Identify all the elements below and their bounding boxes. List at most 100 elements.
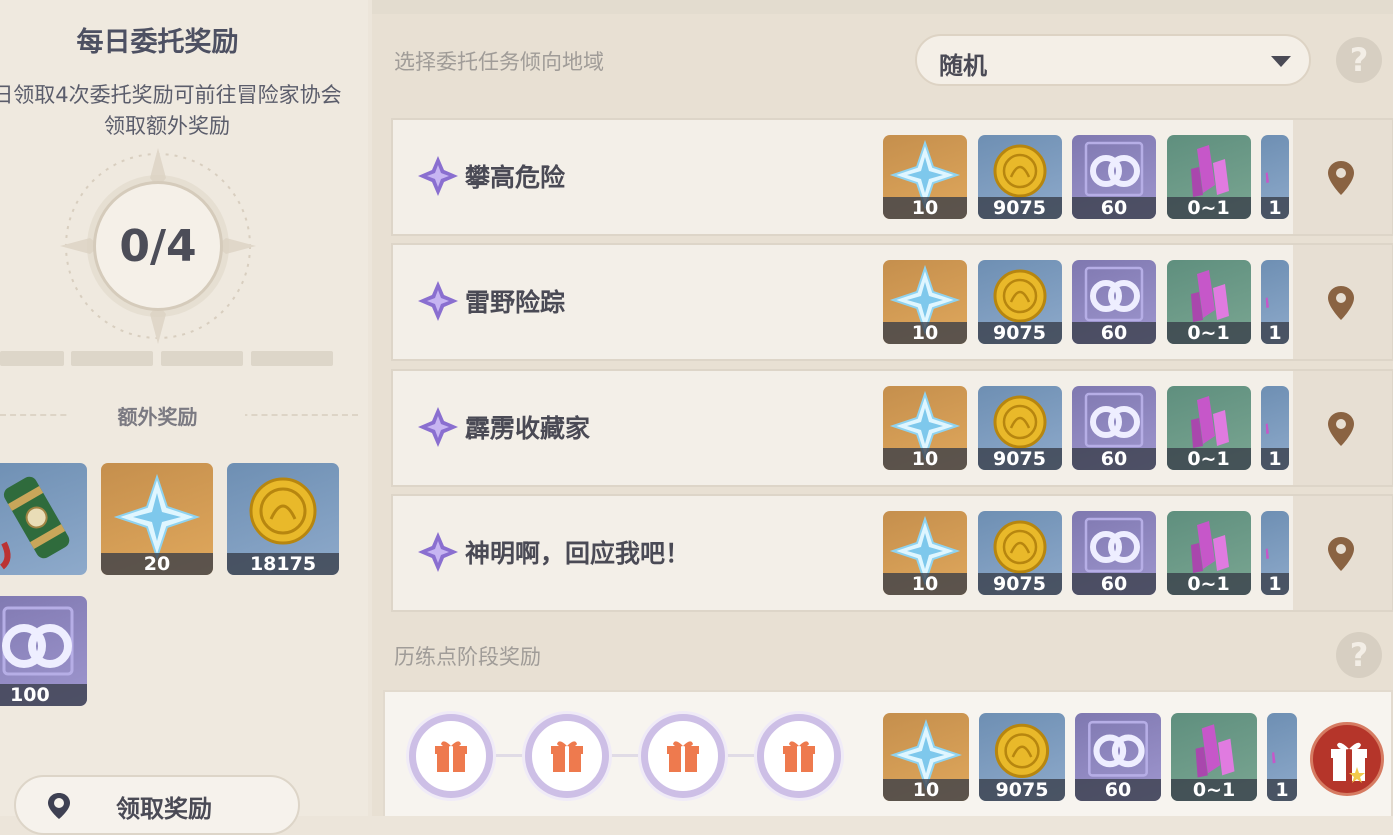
reward-item-extra[interactable]: 1 — [1261, 135, 1289, 219]
reward-item-primogem[interactable]: 10 — [883, 135, 967, 219]
progress-segment — [71, 351, 153, 366]
daily-reward-panel: 每日委托奖励 日领取4次委托奖励可前往冒险家协会领取额外奖励 0/4 额外奖励 — [0, 0, 368, 835]
reward-item-mora[interactable]: 9075 — [979, 713, 1065, 801]
commission-reward-list: 10 9075 60 0~1 1 — [883, 386, 1289, 471]
reward-amount: 9075 — [977, 448, 1062, 470]
reward-item-primogem[interactable]: 10 — [883, 511, 967, 595]
reward-item-primogem[interactable]: 10 — [883, 713, 969, 801]
region-select[interactable]: 随机 — [915, 34, 1311, 86]
top-strip — [372, 0, 1393, 14]
chevron-down-icon — [1271, 56, 1291, 67]
reward-item-crystal[interactable]: 0~1 — [1171, 713, 1257, 801]
reward-item-crystal[interactable]: 0~1 — [1166, 386, 1251, 470]
track-location-button[interactable] — [1293, 371, 1392, 485]
commission-star-icon — [418, 281, 458, 321]
reward-amount: 18175 — [227, 553, 339, 575]
track-location-button[interactable] — [1293, 120, 1392, 234]
reward-amount: 60 — [1072, 573, 1156, 595]
help-icon[interactable]: ? — [1336, 37, 1382, 83]
reward-amount: 1 — [1261, 322, 1289, 344]
reward-item-mora[interactable]: 9075 — [977, 386, 1062, 470]
extra-rewards-label: 额外奖励 — [70, 402, 245, 432]
claim-reward-button[interactable]: 领取奖励 — [14, 775, 300, 835]
gift-icon — [551, 741, 583, 772]
reward-item-extra[interactable]: 1 — [1267, 713, 1297, 801]
reward-item-crystal[interactable]: 0~1 — [1166, 260, 1251, 344]
commission-star-icon — [418, 532, 458, 572]
commission-name: 神明啊，回应我吧！ — [465, 539, 691, 568]
reward-amount: 0~1 — [1166, 197, 1251, 219]
gift-connector — [604, 754, 644, 757]
location-pin-icon — [1328, 537, 1354, 571]
track-location-button[interactable] — [1293, 245, 1392, 359]
region-label: 选择委托任务倾向地域 — [394, 50, 604, 74]
reward-item-crystal[interactable]: 0~1 — [1166, 511, 1251, 595]
commission-row[interactable]: 霹雳收藏家 10 9075 60 0~1 1 — [391, 369, 1393, 487]
reward-amount: 1 — [1261, 448, 1289, 470]
reward-item-friendship-exp[interactable]: 60 — [1072, 386, 1156, 470]
reward-item-friendship-exp[interactable]: 60 — [1075, 713, 1161, 801]
reward-item-friendship-exp[interactable]: 60 — [1072, 260, 1156, 344]
reward-item-friendship-exp[interactable]: 100 — [0, 596, 87, 706]
reward-amount: 1 — [1267, 779, 1297, 801]
training-reward-list: 10 9075 60 0~1 1 — [883, 713, 1297, 805]
reward-amount: 10 — [883, 322, 967, 344]
stage-gift-1[interactable] — [409, 714, 493, 798]
stage-gift-3[interactable] — [641, 714, 725, 798]
commission-counter: 0/4 — [60, 148, 256, 344]
reward-amount: 20 — [101, 553, 213, 575]
reward-item-friendship-exp[interactable]: 60 — [1072, 135, 1156, 219]
reward-item-primogem[interactable]: 20 — [101, 463, 213, 575]
reward-amount: 10 — [883, 197, 967, 219]
reward-item-mora[interactable]: 9075 — [977, 511, 1062, 595]
commission-reward-list: 10 9075 60 0~1 1 — [883, 135, 1289, 220]
reward-amount: 1 — [1261, 573, 1289, 595]
reward-item-extra[interactable]: 1 — [1261, 386, 1289, 470]
commission-name: 攀高危险 — [465, 163, 566, 192]
reward-amount: 9075 — [977, 573, 1062, 595]
reward-amount: 60 — [1072, 197, 1156, 219]
commission-reward-list: 10 9075 60 0~1 1 — [883, 260, 1289, 345]
reward-item-extra[interactable]: 1 — [1261, 511, 1289, 595]
commission-name: 霹雳收藏家 — [465, 414, 591, 443]
location-pin-icon — [48, 793, 70, 819]
reward-item-mora[interactable]: 9075 — [977, 260, 1062, 344]
gift-box-icon — [1331, 742, 1367, 783]
track-location-button[interactable] — [1293, 496, 1392, 610]
help-icon[interactable]: ? — [1336, 632, 1382, 678]
progress-segment — [251, 351, 333, 366]
reward-item-mora[interactable]: 9075 — [977, 135, 1062, 219]
reward-amount: 0~1 — [1166, 573, 1251, 595]
gift-connector — [488, 754, 528, 757]
reward-item-scroll[interactable] — [0, 463, 87, 575]
reward-item-crystal[interactable]: 0~1 — [1166, 135, 1251, 219]
scroll-icon — [0, 476, 70, 570]
region-select-value: 随机 — [939, 52, 987, 80]
reward-amount: 9075 — [977, 322, 1062, 344]
reward-amount: 100 — [0, 684, 87, 706]
commission-star-icon — [418, 156, 458, 196]
reward-amount: 10 — [883, 448, 967, 470]
commission-row[interactable]: 雷野险踪 10 9075 60 0~1 1 — [391, 243, 1393, 361]
reward-item-mora[interactable]: 18175 — [227, 463, 339, 575]
final-gift-button[interactable] — [1310, 722, 1384, 796]
location-pin-icon — [1328, 161, 1354, 195]
commission-name: 雷野险踪 — [465, 288, 566, 317]
reward-amount: 60 — [1072, 448, 1156, 470]
stage-gift-2[interactable] — [525, 714, 609, 798]
reward-item-primogem[interactable]: 10 — [883, 260, 967, 344]
reward-amount: 1 — [1261, 197, 1289, 219]
reward-item-extra[interactable]: 1 — [1261, 260, 1289, 344]
reward-item-friendship-exp[interactable]: 60 — [1072, 511, 1156, 595]
progress-segment — [161, 351, 243, 366]
reward-item-primogem[interactable]: 10 — [883, 386, 967, 470]
commission-row[interactable]: 攀高危险 10 9075 60 0~1 1 — [391, 118, 1393, 236]
location-pin-icon — [1328, 286, 1354, 320]
reward-amount: 9075 — [979, 779, 1065, 801]
gift-icon — [435, 741, 467, 772]
panel-description: 日领取4次委托奖励可前往冒险家协会领取额外奖励 — [0, 83, 342, 138]
stage-gift-4[interactable] — [757, 714, 841, 798]
gift-icon — [667, 741, 699, 772]
reward-amount: 60 — [1075, 779, 1161, 801]
commission-row[interactable]: 神明啊，回应我吧！ 10 9075 60 0~1 1 — [391, 494, 1393, 612]
